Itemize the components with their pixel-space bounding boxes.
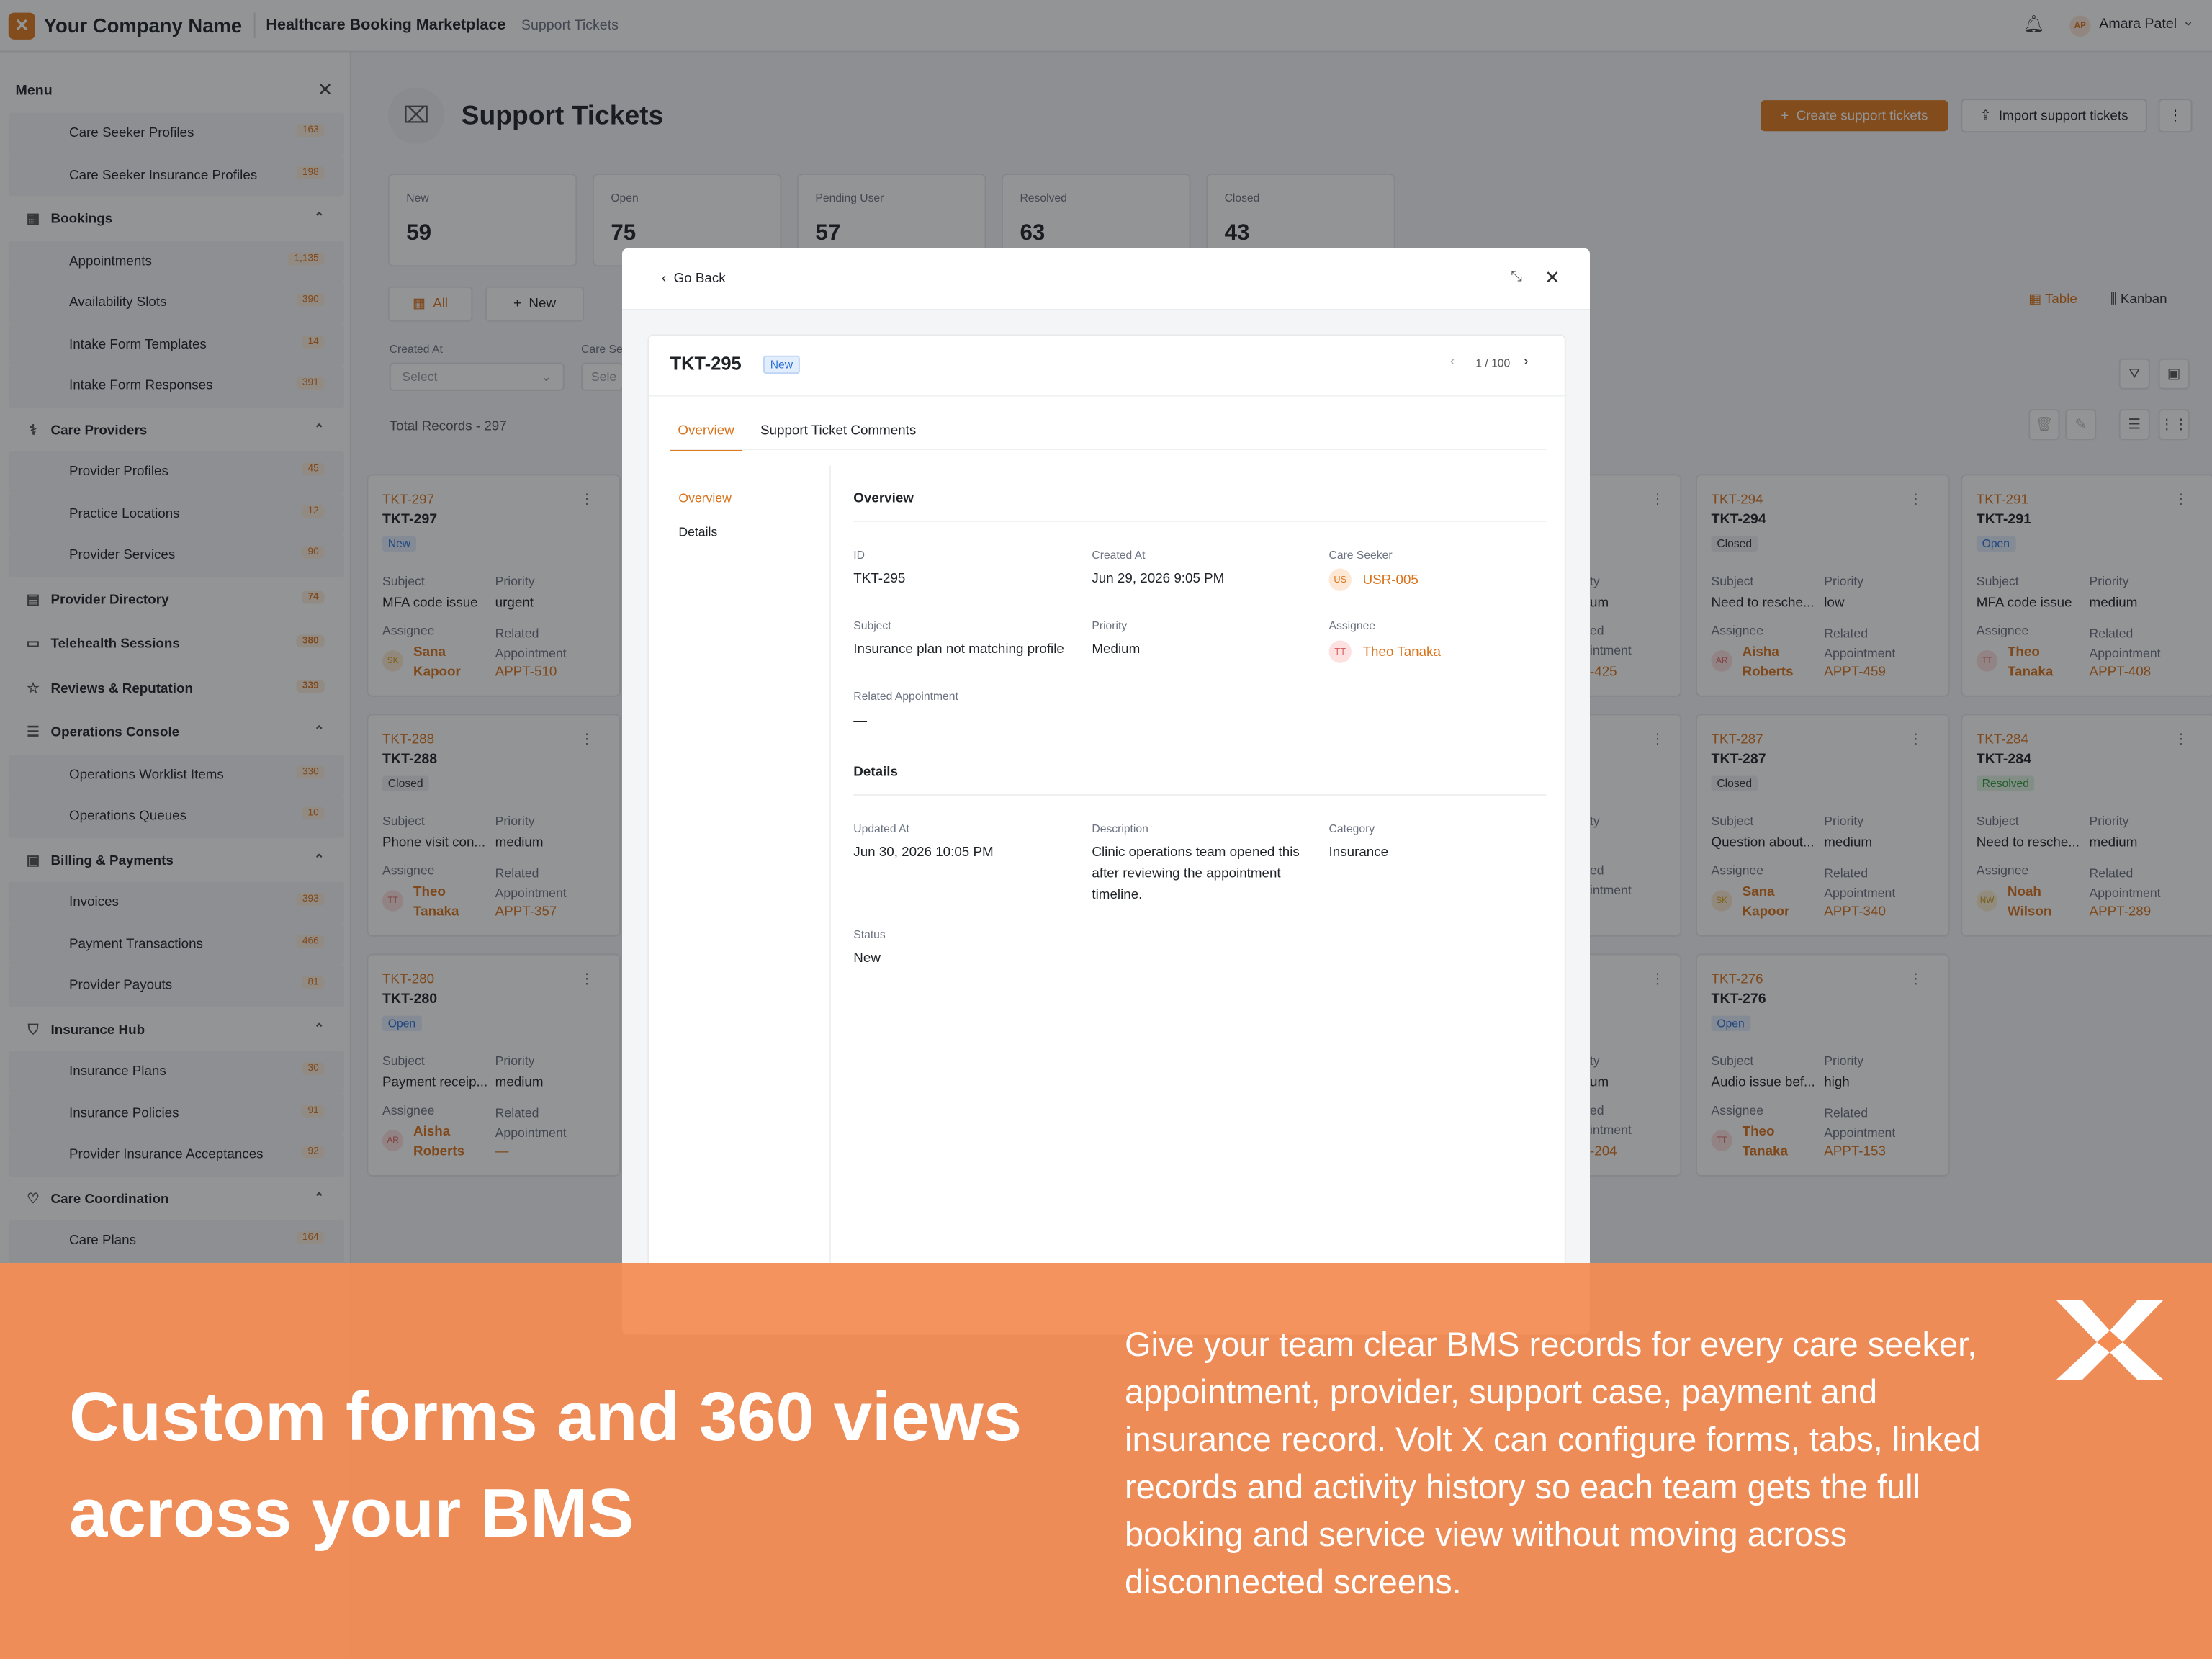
status-label: Status	[853, 928, 886, 941]
tab-support-ticket-comments[interactable]: Support Ticket Comments	[760, 423, 916, 439]
banner-headline: Custom forms and 360 views across your B…	[69, 1378, 1022, 1552]
chevron-left-icon: ‹	[661, 271, 674, 287]
modal-header: ‹ Go Back ⤡ ✕	[621, 248, 1590, 311]
ticket-panel: TKT-295 New ‹ 1 / 100 › Overview Support…	[647, 334, 1568, 1335]
section-nav-details[interactable]: Details	[678, 525, 717, 539]
banner-body: Give your team clear BMS records for eve…	[1125, 1325, 1981, 1601]
tab-overview[interactable]: Overview	[670, 423, 742, 451]
details-heading: Details	[853, 764, 898, 781]
care-seeker-avatar: US	[1328, 568, 1352, 591]
go-back-label: Go Back	[673, 271, 726, 287]
collapse-icon[interactable]: ⤡	[1511, 269, 1522, 285]
priority-value: Medium	[1092, 642, 1141, 657]
volt-x-logo-icon	[2056, 1300, 2163, 1380]
created-at-value: Jun 29, 2026 9:05 PM	[1092, 571, 1225, 588]
chevron-left-icon[interactable]: ‹	[1450, 354, 1455, 370]
divider	[853, 794, 1547, 796]
assignee-label: Assignee	[1328, 619, 1376, 632]
related-appointment-label: Related Appointment	[853, 690, 958, 703]
divider	[853, 520, 1547, 522]
go-back-button[interactable]: ‹ Go Back	[662, 271, 726, 287]
tabs-divider	[670, 449, 1547, 450]
pager-count: 1 / 100	[1475, 356, 1511, 370]
description-value: Clinic operations team opened this after…	[1092, 845, 1300, 903]
description-label: Description	[1092, 822, 1148, 835]
updated-at-label: Updated At	[853, 822, 909, 835]
chevron-right-icon[interactable]: ›	[1524, 354, 1529, 370]
category-label: Category	[1328, 822, 1375, 835]
overview-heading: Overview	[853, 490, 914, 507]
assignee-avatar: TT	[1328, 640, 1352, 663]
subject-label: Subject	[853, 619, 891, 632]
status-badge: New	[763, 355, 800, 374]
created-at-label: Created At	[1092, 549, 1146, 562]
divider	[649, 395, 1568, 397]
ticket-title: TKT-295	[670, 352, 742, 374]
updated-at-value: Jun 30, 2026 10:05 PM	[853, 845, 994, 861]
status-value: New	[853, 950, 881, 967]
promo-banner: Custom forms and 360 views across your B…	[0, 1263, 2212, 1659]
ticket-modal: ‹ Go Back ⤡ ✕ TKT-295 New ‹ 1 / 100 › Ov…	[621, 248, 1590, 1335]
care-seeker-link[interactable]: USR-005	[1363, 570, 1419, 591]
subject-value: Insurance plan not matching profile	[853, 642, 1064, 657]
category-value: Insurance	[1328, 845, 1389, 861]
id-label: ID	[853, 549, 865, 562]
care-seeker-label: Care Seeker	[1328, 549, 1393, 562]
section-nav-overview[interactable]: Overview	[678, 491, 731, 505]
close-icon[interactable]: ✕	[1545, 266, 1560, 289]
related-appointment-value: —	[853, 714, 868, 729]
id-value: TKT-295	[853, 571, 906, 588]
section-nav-divider	[829, 465, 831, 1335]
assignee-link[interactable]: Theo Tanaka	[1363, 642, 1441, 662]
priority-label: Priority	[1092, 619, 1128, 632]
